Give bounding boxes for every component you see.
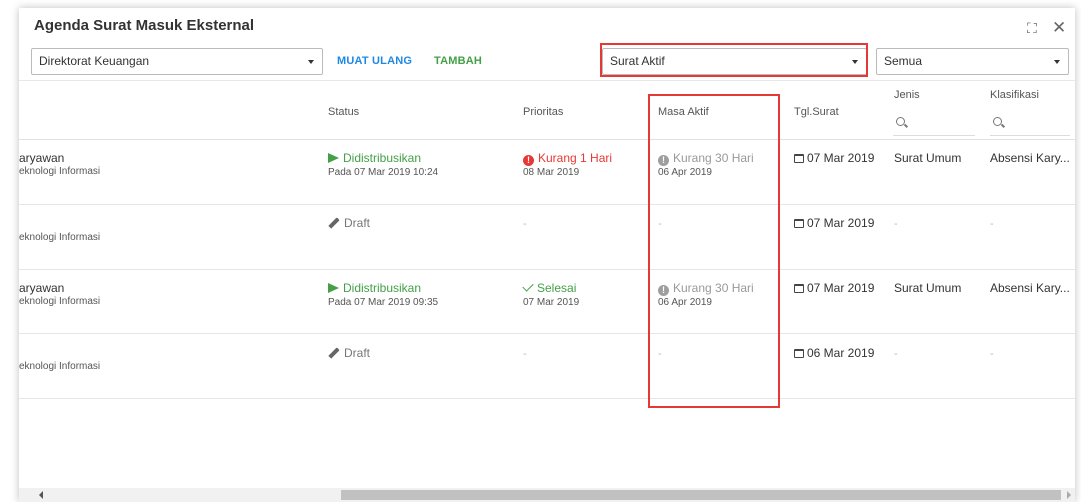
row-name: aryawan [19, 151, 65, 165]
status-date: Pada 07 Mar 2019 09:35 [328, 297, 439, 308]
letter-date: 07 Mar 2019 [794, 151, 874, 165]
row-unit: eknologi Informasi [19, 296, 101, 307]
column-header-jenis[interactable]: Jenis [894, 89, 920, 101]
type-filter-select[interactable]: Semua [876, 48, 1069, 75]
status-draft: Draft [328, 346, 370, 360]
scroll-left-icon[interactable] [39, 491, 43, 499]
status-distributed: Didistribusikan [328, 151, 421, 165]
scroll-right-icon[interactable] [1067, 491, 1071, 499]
jenis-search-underline [893, 135, 975, 136]
status-draft: Draft [328, 216, 370, 230]
priority-done: Selesai [522, 280, 576, 295]
add-button[interactable]: TAMBAH [434, 55, 482, 67]
alert-icon: ! [523, 155, 534, 166]
scrollbar-thumb[interactable] [341, 490, 1061, 500]
status-date: Pada 07 Mar 2019 10:24 [328, 167, 439, 178]
classification: Absensi Kary... [990, 281, 1070, 295]
letter-date: 07 Mar 2019 [794, 281, 874, 295]
chevron-down-icon [1054, 60, 1060, 64]
calendar-icon [794, 284, 804, 293]
letter-type: - [894, 348, 898, 360]
classification: Absensi Kary... [990, 151, 1070, 165]
pencil-icon [328, 217, 340, 229]
row-name: aryawan [19, 281, 65, 295]
classification: - [990, 348, 994, 360]
column-header-prioritas[interactable]: Prioritas [523, 106, 563, 118]
pencil-icon [328, 347, 340, 359]
close-icon[interactable]: ✕ [1052, 18, 1066, 38]
row-unit: eknologi Informasi [19, 361, 101, 372]
letter-type: Surat Umum [894, 281, 962, 295]
chevron-down-icon [308, 60, 314, 64]
row-unit: eknologi Informasi [19, 166, 101, 177]
fullscreen-icon[interactable]: ⛶ [1027, 20, 1037, 37]
calendar-icon [794, 349, 804, 358]
priority-date: 07 Mar 2019 [523, 297, 580, 308]
reload-button[interactable]: MUAT ULANG [337, 55, 412, 67]
klasifikasi-search-underline [990, 135, 1070, 136]
highlight-box-masa-aktif [648, 94, 780, 408]
priority-date: 08 Mar 2019 [523, 167, 580, 178]
priority-empty: - [523, 218, 527, 230]
calendar-icon [794, 219, 804, 228]
dialog-title: Agenda Surat Masuk Eksternal [34, 17, 255, 34]
send-icon [328, 153, 339, 163]
search-icon[interactable] [993, 117, 1002, 126]
letter-type: - [894, 218, 898, 230]
highlight-box-filter [600, 43, 868, 77]
send-icon [328, 283, 339, 293]
status-distributed: Didistribusikan [328, 281, 421, 295]
letter-date: 07 Mar 2019 [794, 216, 874, 230]
type-filter-value: Semua [884, 54, 923, 68]
horizontal-scrollbar[interactable] [19, 488, 1075, 502]
priority-empty: - [523, 348, 527, 360]
table-row[interactable] [19, 334, 1075, 399]
direktorat-select[interactable]: Direktorat Keuangan [31, 48, 323, 75]
priority-badge: ! Kurang 1 Hari [523, 151, 612, 166]
letter-date: 06 Mar 2019 [794, 346, 874, 360]
check-icon [522, 280, 534, 292]
column-header-status[interactable]: Status [328, 106, 359, 118]
column-header-tgl-surat[interactable]: Tgl.Surat [794, 106, 839, 118]
direktorat-select-value: Direktorat Keuangan [39, 54, 150, 68]
letter-type: Surat Umum [894, 151, 962, 165]
search-icon[interactable] [896, 117, 905, 126]
column-header-klasifikasi[interactable]: Klasifikasi [990, 89, 1039, 101]
calendar-icon [794, 154, 804, 163]
table-row[interactable] [19, 205, 1075, 270]
classification: - [990, 218, 994, 230]
row-unit: eknologi Informasi [19, 232, 101, 243]
